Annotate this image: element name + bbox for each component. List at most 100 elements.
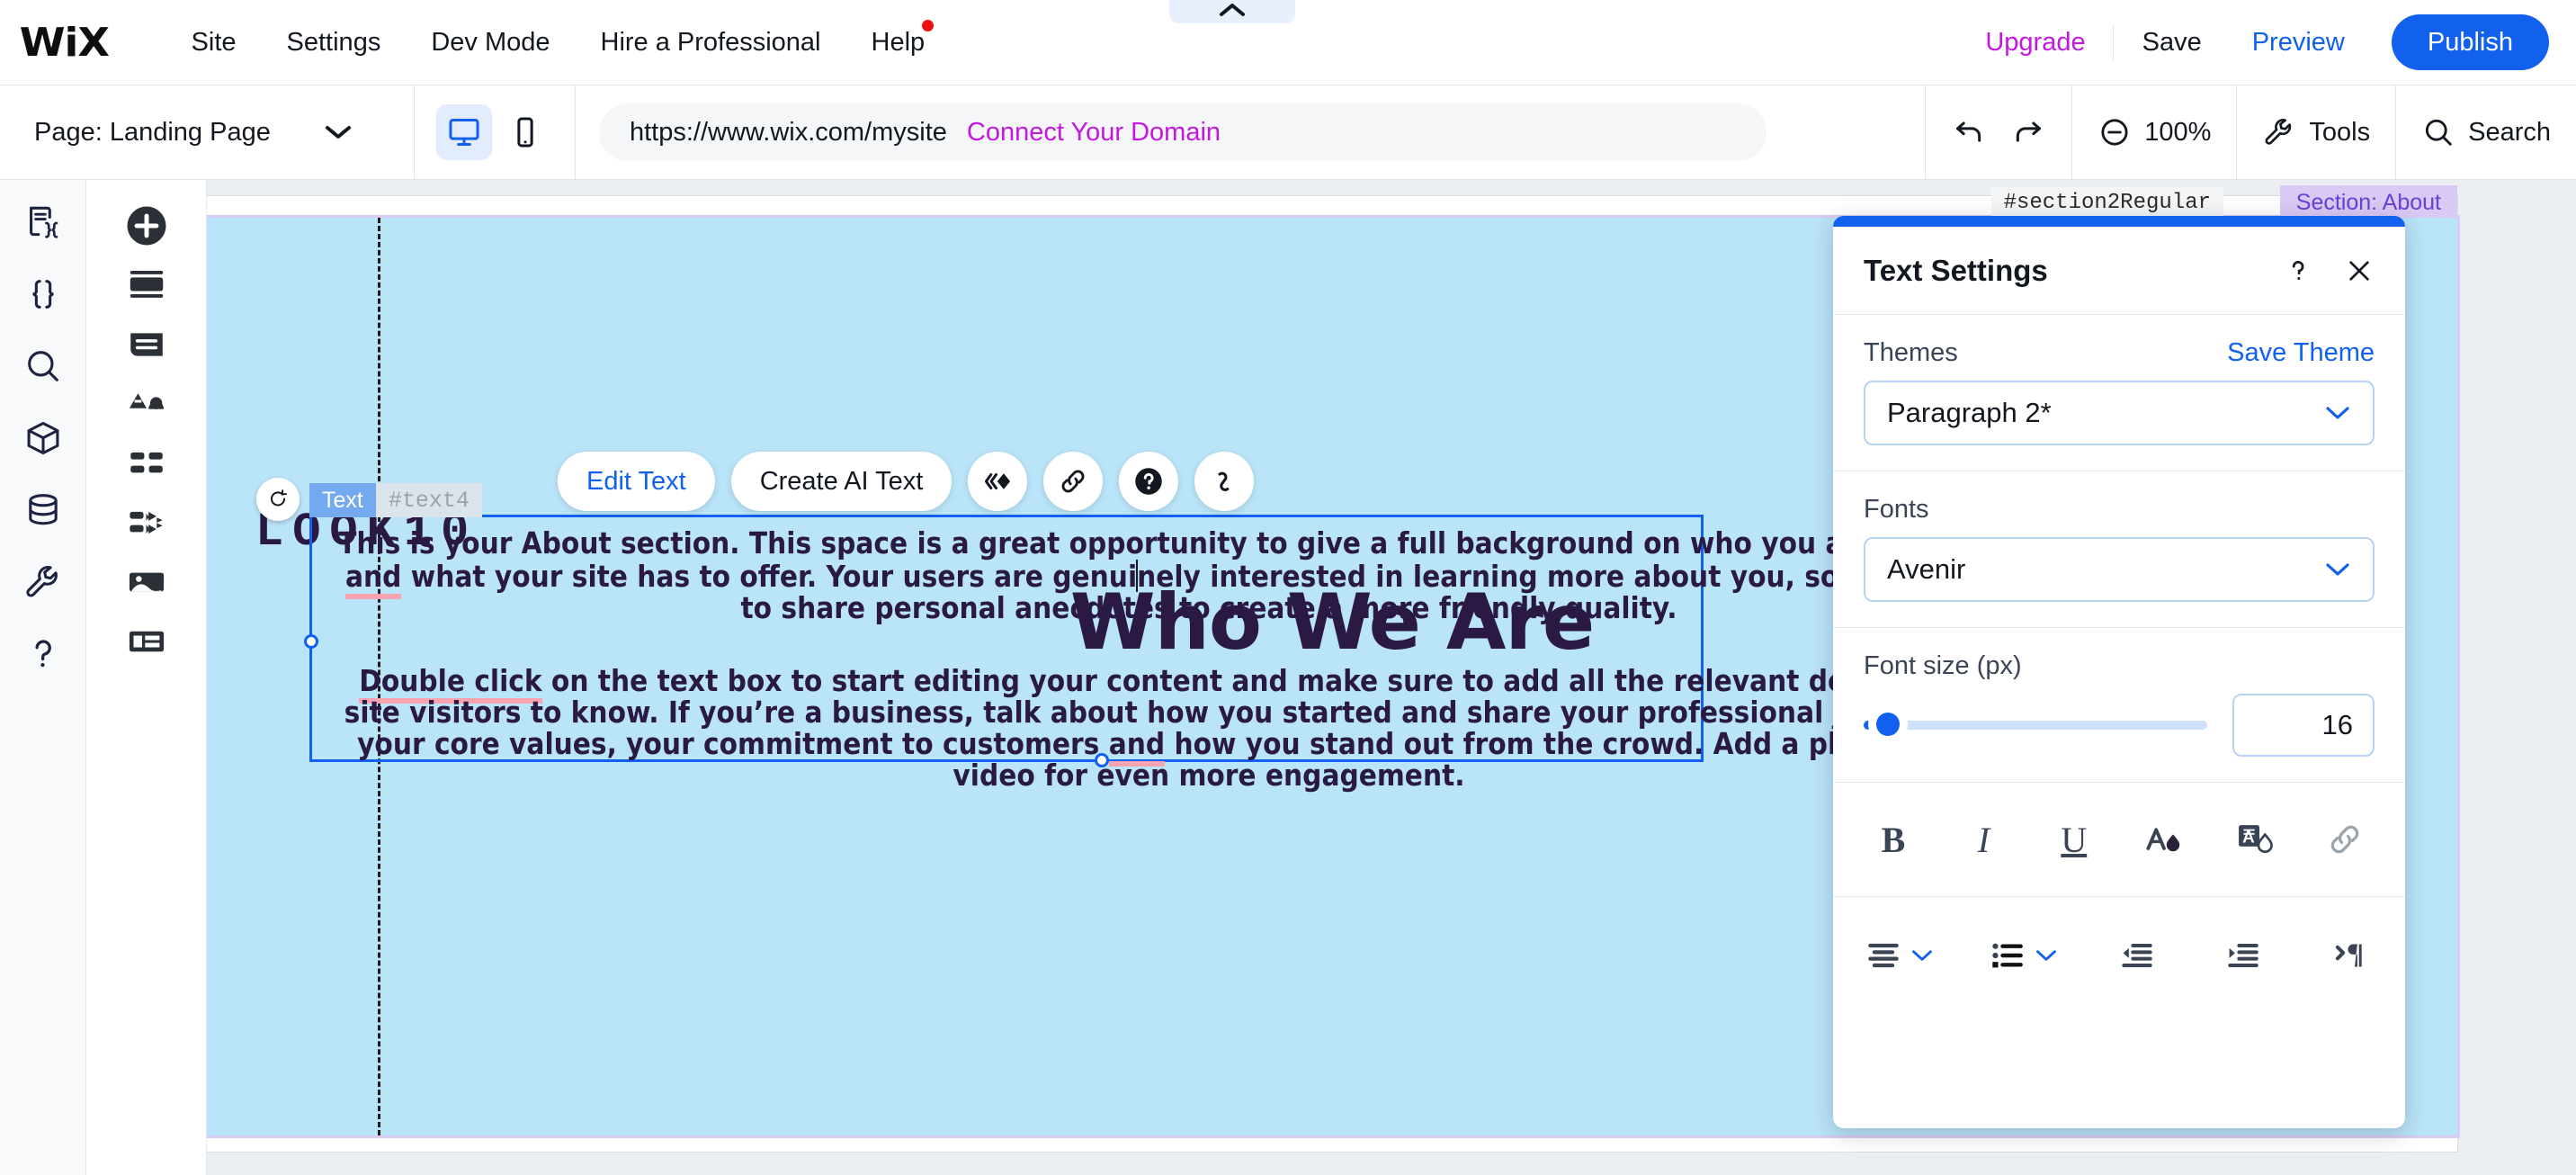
undo-button[interactable] [1951, 114, 1987, 150]
blocks-icon [129, 511, 163, 534]
rail-code-panel-button[interactable] [17, 268, 69, 320]
rail-package-button[interactable] [17, 412, 69, 464]
p1-mid: what your site has to offer. Your users … [401, 558, 1138, 594]
section-label[interactable]: Section: About [2279, 185, 2457, 218]
publish-button[interactable]: Publish [2391, 14, 2549, 70]
font-dropdown[interactable]: Avenir [1864, 537, 2375, 602]
upgrade-button[interactable]: Upgrade [1962, 28, 2108, 58]
link-button[interactable] [2319, 813, 2371, 866]
section-id-tag: #section2Regular [1990, 187, 2223, 218]
text-color-icon [2146, 828, 2180, 852]
code-file-icon [29, 206, 58, 238]
top-nav: Site Settings Dev Mode Hire a Profession… [166, 19, 951, 58]
collapse-toolbar-button[interactable] [1169, 0, 1295, 23]
element-tabs: Text #text4 [309, 483, 482, 517]
question-mark-icon [2292, 260, 2304, 280]
media-button[interactable] [111, 556, 183, 608]
themes-section: Themes Save Theme Paragraph 2* [1833, 315, 2405, 471]
preview-button[interactable]: Preview [2227, 28, 2370, 58]
nav-hire-a-professional[interactable]: Hire a Professional [576, 28, 846, 58]
nav-help[interactable]: Help [846, 19, 951, 58]
save-theme-link[interactable]: Save Theme [2227, 338, 2375, 368]
link-button[interactable] [1043, 452, 1104, 511]
text-align-dropdown[interactable] [1864, 936, 1934, 975]
themes-label: Themes [1864, 338, 1958, 367]
rail-help-button[interactable] [17, 628, 69, 680]
page-selector[interactable]: Page: Landing Page [0, 118, 414, 148]
left-rail-wide [86, 180, 207, 1175]
curly-braces-icon [31, 280, 54, 309]
site-url-bar[interactable]: https://www.wix.com/mysite Connect Your … [599, 103, 1767, 161]
redo-button[interactable] [2010, 114, 2046, 150]
text-direction-button[interactable] [2322, 929, 2375, 982]
fonts-header-row: Fonts [1864, 495, 2375, 525]
help-notification-dot [922, 19, 935, 31]
bold-button[interactable]: B [1867, 813, 1919, 866]
decrease-indent-button[interactable] [2111, 929, 2163, 982]
theme-dropdown[interactable]: Paragraph 2* [1864, 381, 2375, 445]
panel-close-button[interactable] [2344, 256, 2375, 286]
text-highlight-button[interactable]: A [2229, 813, 2281, 866]
bullet-list-icon [1991, 943, 2023, 968]
help-button[interactable] [1119, 452, 1179, 511]
font-size-slider[interactable] [1864, 709, 2207, 741]
connect-domain-link[interactable]: Connect Your Domain [967, 118, 1221, 148]
italic-button[interactable]: I [1957, 813, 2009, 866]
tools-button[interactable]: Tools [2262, 115, 2370, 149]
element-type-tab[interactable]: Text [309, 483, 376, 517]
rail-code-file-button[interactable] [17, 196, 69, 248]
nav-dev-mode[interactable]: Dev Mode [406, 28, 575, 58]
left-rail-narrow [0, 180, 86, 1175]
history-group [1926, 85, 2071, 180]
sections-button[interactable] [111, 259, 183, 311]
interactions-button[interactable] [1194, 452, 1255, 511]
font-size-input[interactable]: 16 [2232, 694, 2375, 757]
editor-toolbar: Page: Landing Page https://www.wix.com/m… [0, 85, 2576, 180]
text-align-icon [1868, 943, 1899, 968]
create-ai-text-button[interactable]: Create AI Text [730, 452, 953, 511]
rail-tools-button[interactable] [17, 556, 69, 608]
text-color-button[interactable] [2138, 813, 2190, 866]
element-id-tab[interactable]: #text4 [375, 483, 482, 517]
pages-icon [130, 333, 163, 356]
bullet-list-dropdown[interactable] [1988, 936, 2058, 975]
rotate-handle[interactable] [256, 478, 300, 521]
panel-header: Text Settings [1833, 227, 2405, 315]
animation-button[interactable] [968, 452, 1028, 511]
text-direction-icon [2335, 944, 2362, 967]
increase-indent-button[interactable] [2217, 929, 2269, 982]
link-icon [1061, 470, 1085, 493]
animation-icon [985, 473, 1011, 489]
wrench-icon [25, 565, 58, 597]
add-elements-button[interactable] [111, 200, 183, 252]
text-highlight-icon: A [2238, 825, 2273, 854]
help-icon [1135, 468, 1163, 495]
pages-button[interactable] [111, 318, 183, 371]
nav-site[interactable]: Site [166, 28, 262, 58]
content-manager-button[interactable] [111, 615, 183, 668]
underline-button[interactable]: U [2048, 813, 2100, 866]
rail-database-button[interactable] [17, 484, 69, 536]
edit-text-button[interactable]: Edit Text [558, 452, 715, 511]
design-button[interactable] [111, 378, 183, 430]
package-icon [27, 421, 58, 455]
element-floating-toolbar: Edit Text Create AI Text [558, 452, 1255, 511]
search-button[interactable]: Search [2421, 115, 2551, 149]
zoom-button[interactable]: 100% [2097, 115, 2211, 149]
panel-title: Text Settings [1864, 253, 2048, 287]
monitor-icon [449, 119, 479, 146]
font-size-section: Font size (px) 16 [1833, 628, 2405, 783]
slider-knob[interactable] [1876, 713, 1900, 736]
desktop-view-button[interactable] [436, 104, 492, 160]
panel-help-button[interactable] [2283, 256, 2313, 286]
wix-logo[interactable]: WiX [20, 20, 110, 66]
svg-text:A: A [2242, 827, 2255, 846]
save-button[interactable]: Save [2117, 28, 2227, 58]
apps-button[interactable] [111, 437, 183, 489]
rail-search-button[interactable] [17, 340, 69, 392]
blocks-button[interactable] [111, 497, 183, 549]
nav-settings[interactable]: Settings [262, 28, 407, 58]
mobile-view-button[interactable] [497, 104, 553, 160]
font-size-label: Font size (px) [1864, 651, 2022, 680]
database-icon [28, 494, 58, 525]
